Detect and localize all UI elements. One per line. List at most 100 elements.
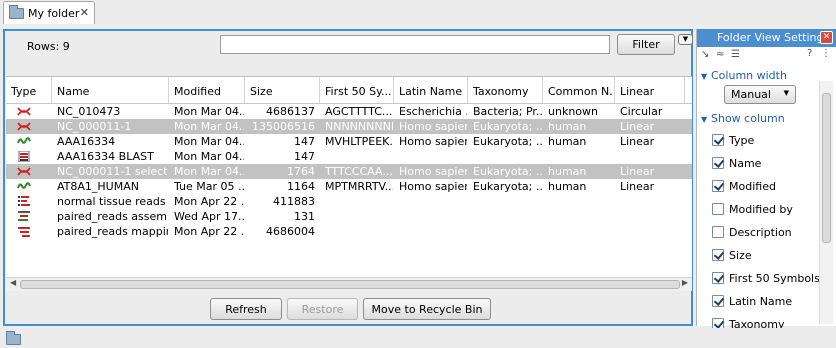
column-header-first50[interactable]: First 50 Sy...	[320, 77, 394, 103]
table-row[interactable]: AT8A1_HUMAN Tue Mar 05 ... 1164 MPTMRRTV...…	[6, 179, 692, 194]
show-column-checkbox[interactable]: Modified by	[712, 202, 793, 216]
size-cell: 131	[294, 210, 315, 223]
expand-triangle-icon: ▼	[701, 72, 708, 81]
settings-scrollbar[interactable]	[819, 81, 833, 324]
help-icon[interactable]: ?	[807, 48, 812, 59]
size-cell: 1764	[287, 165, 315, 178]
column-width-value: Manual	[731, 88, 771, 101]
folder-icon[interactable]	[6, 331, 21, 345]
show-column-section[interactable]: ▼ Show column	[697, 112, 817, 130]
checkbox-checked-icon[interactable]	[712, 249, 724, 261]
type-cell	[6, 179, 52, 194]
reads-icon	[18, 196, 30, 206]
column-header-name[interactable]: Name	[52, 77, 169, 103]
checkbox-label: Type	[729, 133, 755, 147]
scroll-left-icon[interactable]: ◀	[10, 278, 16, 287]
size-cell: 147	[294, 135, 315, 148]
table-row[interactable]: normal tissue reads Mon Apr 22 ... 411883	[6, 194, 692, 209]
show-column-checkbox[interactable]: Type	[712, 133, 754, 147]
common-name-cell: human	[548, 180, 587, 193]
first50-cell	[320, 149, 394, 164]
checkbox-unchecked-icon[interactable]	[712, 226, 724, 238]
table-row[interactable]: AAA16334 Mon Mar 04... 147 MVHLTPEEK... Homo…	[6, 134, 692, 149]
show-column-checkbox[interactable]: Name	[712, 156, 761, 170]
restore-button[interactable]: Restore	[287, 298, 358, 320]
apply-settings-icon[interactable]: ↘	[701, 49, 709, 60]
common-name-cell: human	[548, 120, 587, 133]
first50-cell: MPTMRRTV...	[325, 180, 394, 193]
table-row[interactable]: NC_010473 Mon Mar 04... 4686137 AGCTTTTC...…	[6, 104, 692, 119]
column-header-type[interactable]: Type	[6, 77, 52, 103]
show-column-checkbox[interactable]: Latin Name	[712, 294, 792, 308]
status-bar	[0, 328, 836, 348]
column-header-size[interactable]: Size	[245, 77, 320, 103]
table-row[interactable]: NC_000011-1 selection Mon Mar 04... 1764 TT…	[6, 164, 692, 179]
checkbox-checked-icon[interactable]	[712, 272, 724, 284]
dna-red-icon	[17, 107, 31, 116]
first50-cell: TTTCCCAA...	[325, 165, 393, 178]
rows-count: Rows: 9	[27, 40, 70, 53]
linear-cell: Linear	[620, 120, 655, 133]
show-column-checkbox[interactable]: First 50 Symbols	[712, 271, 820, 285]
checkbox-label: Modified	[729, 179, 776, 193]
taxonomy-cell: Eukaryota; ...	[473, 180, 543, 193]
taxonomy-cell: Bacteria; Pr...	[473, 105, 543, 118]
settings-list-icon[interactable]: ☰	[731, 49, 740, 60]
show-column-checkbox[interactable]: Size	[712, 248, 752, 262]
column-header-linear[interactable]: Linear	[615, 77, 685, 103]
settings-menu-icon[interactable]: ⋮	[821, 48, 831, 59]
column-header-common-name[interactable]: Common N...	[543, 77, 615, 103]
common-name-cell: unknown	[548, 105, 598, 118]
tab-my-folder[interactable]: My folder ✕	[3, 1, 95, 24]
show-column-label: Show column	[711, 112, 785, 125]
table-row[interactable]: AAA16334 BLAST Mon Mar 04... 147	[6, 149, 692, 164]
table-body: NC_010473 Mon Mar 04... 4686137 AGCTTTTC...…	[6, 104, 692, 239]
close-icon[interactable]: ✕	[80, 6, 89, 19]
latin-name-cell: Homo sapiens	[399, 135, 467, 148]
checkbox-checked-icon[interactable]	[712, 295, 724, 307]
table-row[interactable]: paired_reads mapping Mon Apr 22 ... 468600…	[6, 224, 692, 239]
table-row[interactable]: paired_reads assembly Wed Apr 17... 131	[6, 209, 692, 224]
move-to-recycle-bin-button[interactable]: Move to Recycle Bin	[363, 298, 491, 320]
column-header-modified[interactable]: Modified	[169, 77, 245, 103]
show-column-checkbox[interactable]: Description	[712, 225, 792, 239]
checkbox-checked-icon[interactable]	[712, 134, 724, 146]
checkbox-checked-icon[interactable]	[712, 180, 724, 192]
modified-cell: Mon Apr 22 ...	[174, 195, 245, 208]
show-column-checkbox[interactable]: Modified	[712, 179, 776, 193]
size-cell: 135006516	[252, 120, 315, 133]
taxonomy-cell: Eukaryota; ...	[473, 135, 543, 148]
column-header-taxonomy[interactable]: Taxonomy	[468, 77, 543, 103]
tab-bar: My folder ✕	[0, 0, 836, 24]
checkbox-unchecked-icon[interactable]	[712, 203, 724, 215]
save-settings-icon[interactable]: ≈	[716, 49, 724, 60]
column-header-latin-name[interactable]: Latin Name	[394, 77, 468, 103]
modified-cell: Mon Mar 04...	[174, 165, 245, 178]
common-name-cell	[543, 209, 615, 224]
latin-name-cell	[394, 149, 468, 164]
tab-label: My folder	[28, 6, 80, 20]
horizontal-scrollbar[interactable]: ◀ ▶	[6, 277, 692, 291]
name-cell: AT8A1_HUMAN	[57, 180, 139, 193]
filter-button[interactable]: Filter	[617, 34, 675, 55]
name-cell: AAA16334 BLAST	[57, 150, 154, 163]
view-menu-button[interactable]: ▼	[678, 34, 693, 45]
checkbox-checked-icon[interactable]	[712, 157, 724, 169]
expand-triangle-icon: ▼	[701, 115, 708, 124]
table-row[interactable]: NC_000011-1 Mon Mar 04... 135006516 NNNNNNN…	[6, 119, 692, 134]
size-cell: 4686004	[266, 225, 315, 238]
filter-input[interactable]	[220, 35, 610, 54]
close-settings-icon[interactable]: ✕	[820, 31, 833, 44]
modified-cell: Wed Apr 17...	[174, 210, 245, 223]
folder-icon	[9, 4, 24, 19]
column-width-select[interactable]: Manual ▼	[724, 85, 796, 104]
settings-scroll-thumb[interactable]	[822, 93, 831, 243]
refresh-button[interactable]: Refresh	[210, 298, 282, 320]
name-cell: NC_000011-1 selection	[57, 165, 168, 178]
common-name-cell: human	[548, 135, 587, 148]
modified-cell: Tue Mar 05 ...	[174, 180, 245, 193]
settings-toolbar: ↘ ≈ ☰ ? ⋮	[697, 47, 836, 63]
protein-green-icon	[17, 137, 31, 144]
scroll-right-icon[interactable]: ▶	[682, 278, 688, 287]
horizontal-scroll-thumb[interactable]	[20, 280, 680, 289]
